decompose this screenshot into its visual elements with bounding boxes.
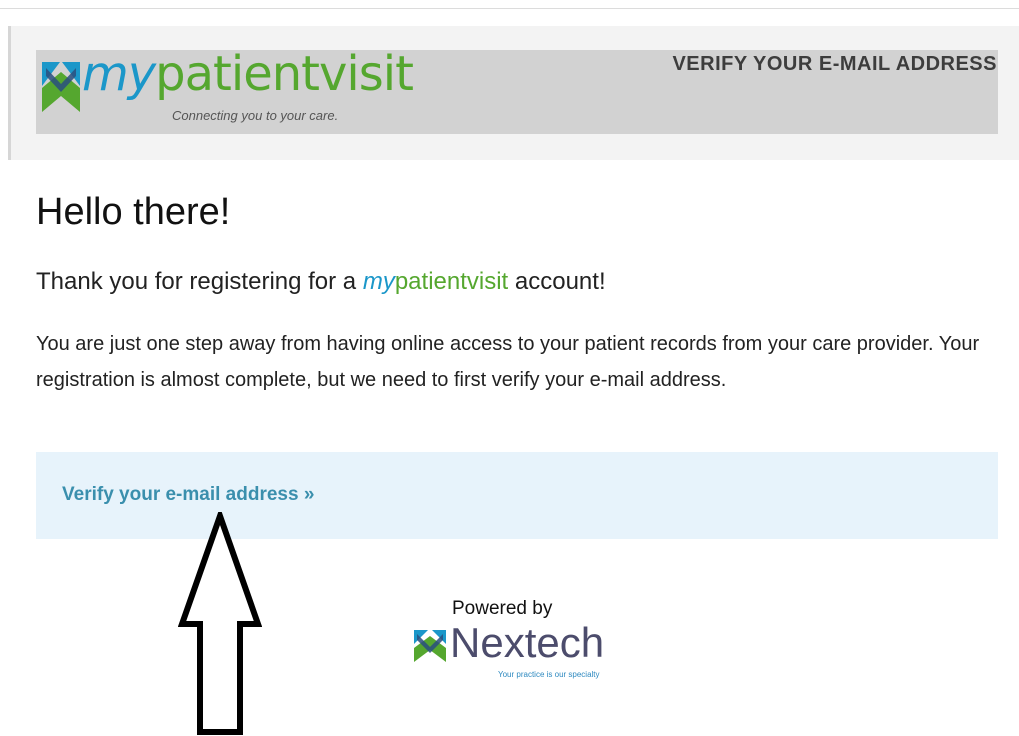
up-arrow-icon (178, 512, 262, 735)
verify-email-link[interactable]: Verify your e-mail address » (62, 484, 314, 506)
nextech-logo: Nextech Your practice is our specialty (414, 619, 624, 684)
greeting-heading: Hello there! (36, 191, 231, 233)
nextech-tagline: Your practice is our specialty (498, 670, 600, 679)
top-divider (0, 0, 1019, 9)
logo-mark-icon (42, 62, 80, 112)
thanks-line: Thank you for registering for a mypatien… (36, 268, 606, 296)
body-paragraph: You are just one step away from having o… (36, 333, 980, 391)
brand-italic: my (362, 268, 395, 295)
thanks-suffix: account! (508, 268, 606, 295)
nextech-wordmark: Nextech (450, 619, 605, 666)
powered-by-label: Powered by (452, 598, 553, 619)
logo-wordmark: mypatientvisit (82, 46, 414, 102)
header-title: VERIFY YOUR E-MAIL ADDRESS (672, 53, 997, 75)
thanks-prefix: Thank you for registering for a (36, 268, 363, 295)
logo-tagline: Connecting you to your care. (172, 108, 339, 123)
mypatientvisit-logo: mypatientvisit Connecting you to your ca… (42, 50, 414, 132)
brand-rest: patientvisit (394, 268, 509, 295)
nextech-mark-icon (414, 630, 446, 662)
email-page: mypatientvisit Connecting you to your ca… (0, 0, 1019, 736)
